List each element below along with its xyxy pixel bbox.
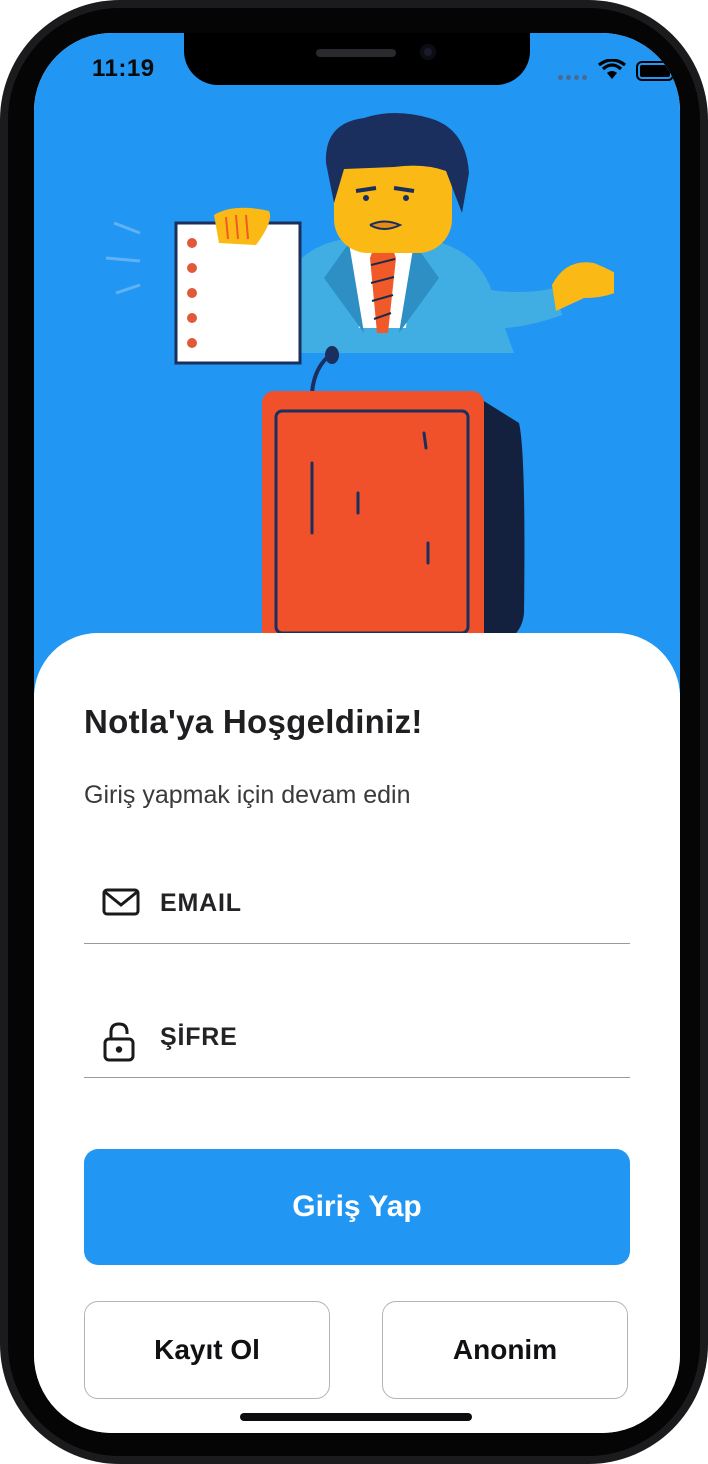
signal-icon <box>558 67 590 85</box>
speaker-illustration <box>105 113 614 649</box>
anonymous-button[interactable]: Anonim <box>382 1301 628 1399</box>
phone-notch <box>184 33 530 85</box>
login-card: Notla'ya Hoşgeldiniz! Giriş yapmak için … <box>34 633 680 1433</box>
speaker-grille <box>316 49 396 57</box>
welcome-subtitle: Giriş yapmak için devam edin <box>84 781 411 809</box>
email-label: EMAIL <box>160 889 242 917</box>
battery-icon <box>636 61 678 81</box>
hero-section <box>34 33 680 693</box>
lock-icon <box>103 1022 135 1062</box>
app-screen: 11:19 Notla'ya Hoşgeldiniz! Giriş yapmak… <box>34 33 680 1433</box>
home-indicator[interactable] <box>240 1413 472 1421</box>
mail-icon <box>102 888 140 916</box>
login-button[interactable]: Giriş Yap <box>84 1149 630 1265</box>
wifi-icon <box>598 59 626 79</box>
password-field[interactable]: ŞİFRE <box>84 1007 630 1078</box>
front-camera <box>420 44 436 60</box>
register-button[interactable]: Kayıt Ol <box>84 1301 330 1399</box>
email-field[interactable]: EMAIL <box>84 873 630 944</box>
welcome-title: Notla'ya Hoşgeldiniz! <box>84 703 423 740</box>
password-label: ŞİFRE <box>160 1023 238 1051</box>
status-time: 11:19 <box>92 55 155 82</box>
